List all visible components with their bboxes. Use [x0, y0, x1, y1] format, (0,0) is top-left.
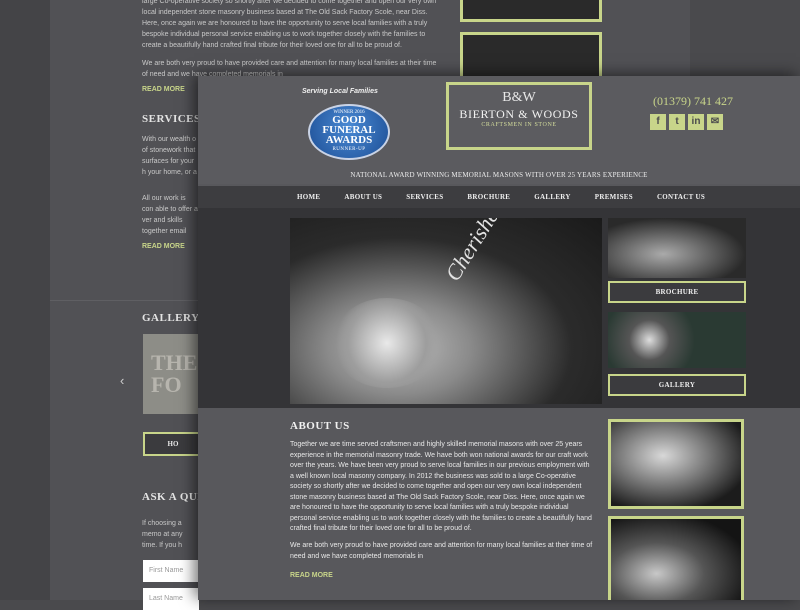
award-ribbon: RUNNER-UP	[332, 147, 366, 152]
bg-gallery-button[interactable]: HO	[143, 432, 203, 456]
about-heading: ABOUT US	[290, 420, 350, 432]
bg-gallery-heading: GALLERY	[142, 312, 200, 324]
bg-gallery-image-text: THE FO	[151, 350, 198, 397]
bg-thumb-2	[460, 32, 602, 80]
serving-text: Serving Local Families	[302, 88, 378, 95]
twitter-icon[interactable]: t	[669, 114, 685, 130]
bg-gallery-prev-arrow[interactable]: ‹	[120, 373, 124, 388]
award-title: GOOD FUNERAL AWARDS	[322, 114, 376, 146]
award-badge: WINNER 2016 GOOD FUNERAL AWARDS RUNNER-U…	[308, 104, 390, 160]
about-read-more-link[interactable]: READ MORE	[290, 572, 333, 579]
gallery-button[interactable]: GALLERY	[608, 374, 746, 396]
hero-inscription: Cherished Memories of Mich	[440, 218, 598, 286]
facebook-icon[interactable]: f	[650, 114, 666, 130]
site-logo[interactable]: B&W BIERTON & WOODS CRAFTSMEN IN STONE	[446, 82, 592, 150]
bg-read-more-link[interactable]: READ MORE	[142, 86, 185, 93]
logo-tagline: CRAFTSMEN IN STONE	[481, 122, 557, 128]
phone-number[interactable]: (01379) 741 427	[653, 94, 733, 109]
brochure-image[interactable]	[608, 218, 746, 278]
logo-name: BIERTON & WOODS	[459, 107, 579, 121]
bg-thumb-1	[460, 0, 602, 22]
bg-intro-text: large Co-operative society so shortly af…	[142, 0, 437, 49]
bg-services-text: With our wealth o of stonework that surf…	[142, 136, 197, 176]
about-paragraph-1: Together we are time served craftsmen an…	[290, 441, 592, 532]
bg-ask-text: If choosing a memo at any time. If you h…	[142, 520, 183, 549]
about-thumb-2	[608, 516, 744, 600]
about-paragraph-2: We are both very proud to have provided …	[290, 542, 593, 560]
nav-item-premises[interactable]: PREMISES	[595, 186, 633, 208]
hero-image: Cherished Memories of Mich	[290, 218, 602, 404]
main-nav: HOME ABOUT US SERVICES BROCHURE GALLERY …	[198, 186, 800, 208]
gallery-image[interactable]	[608, 312, 746, 368]
bg-ask-heading: ASK A QUE	[142, 491, 206, 503]
social-links: f t in ✉	[650, 114, 723, 130]
linkedin-icon[interactable]: in	[688, 114, 704, 130]
left-shadow	[0, 0, 50, 600]
bg-gallery-image: THE FO	[143, 334, 203, 414]
bg-services-text-2: All our work is con able to offer a ver …	[142, 195, 198, 235]
bg-divider	[50, 300, 200, 301]
site-tagline: NATIONAL AWARD WINNING MEMORIAL MASONS W…	[350, 171, 648, 179]
nav-item-gallery[interactable]: GALLERY	[534, 186, 570, 208]
about-thumb-1	[608, 419, 744, 509]
bg-services-heading: SERVICES	[142, 113, 201, 125]
nav-item-brochure[interactable]: BROCHURE	[467, 186, 510, 208]
main-page-window: Serving Local Families WINNER 2016 GOOD …	[198, 76, 800, 600]
nav-item-home[interactable]: HOME	[297, 186, 320, 208]
nav-item-contact-us[interactable]: CONTACT US	[657, 186, 705, 208]
brochure-button[interactable]: BROCHURE	[608, 281, 746, 303]
bg-first-name-field[interactable]: First Name	[143, 560, 199, 582]
bg-last-name-field[interactable]: Last Name	[143, 588, 199, 610]
nav-item-about-us[interactable]: ABOUT US	[344, 186, 382, 208]
logo-monogram: B&W	[502, 90, 536, 105]
carved-tree-graphic	[332, 298, 442, 388]
bg-read-more-link-2[interactable]: READ MORE	[142, 243, 185, 250]
nav-item-services[interactable]: SERVICES	[406, 186, 443, 208]
email-icon[interactable]: ✉	[707, 114, 723, 130]
